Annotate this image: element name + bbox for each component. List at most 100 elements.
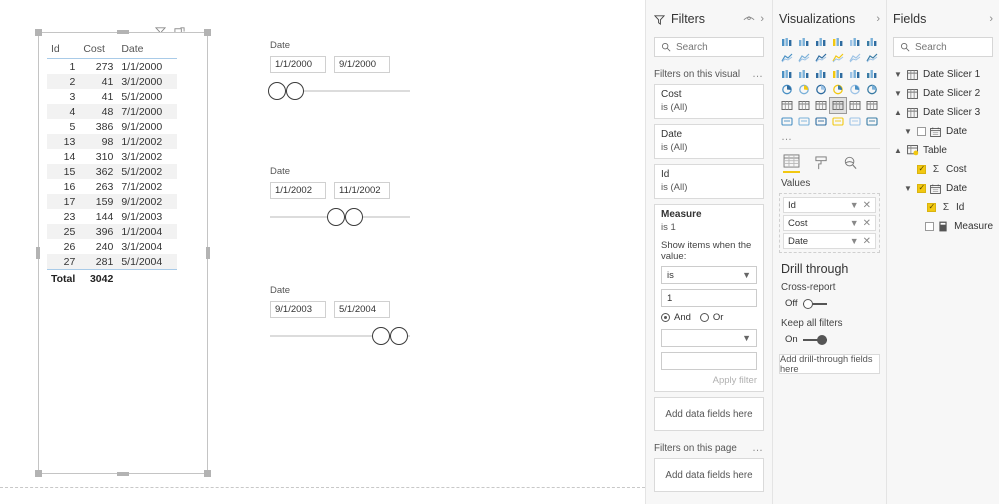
resize-handle-s[interactable] <box>117 472 129 476</box>
visual-type-icon-10[interactable] <box>847 50 863 65</box>
fields-search-input[interactable]: Search <box>893 37 993 57</box>
visual-type-icon-30[interactable] <box>779 114 795 129</box>
visual-type-icon-5[interactable] <box>864 34 880 49</box>
chevron-up-icon[interactable]: ▲ <box>893 108 903 117</box>
visual-filters-dropzone[interactable]: Add data fields here <box>654 397 764 431</box>
table-row[interactable]: 16 263 7/1/2002 <box>47 179 177 194</box>
table-row[interactable]: 13 98 1/1/2002 <box>47 134 177 149</box>
format-tab[interactable] <box>814 156 829 173</box>
table-row[interactable]: 26 240 3/1/2004 <box>47 239 177 254</box>
filters-pane[interactable]: Filters › Search Filters on this visual … <box>645 0 773 504</box>
visual-type-icon-16[interactable] <box>847 66 863 81</box>
visual-type-icon-17[interactable] <box>864 66 880 81</box>
remove-field-icon[interactable]: ✕ <box>863 236 871 247</box>
visual-type-icon-9[interactable] <box>830 50 846 65</box>
filter-operand2-input[interactable] <box>661 352 757 370</box>
values-well[interactable]: Id ▼ ✕ Cost ▼ ✕ Date ▼ ✕ <box>779 193 880 253</box>
report-canvas[interactable]: … Id Cost Date 1 273 1/1/2000 2 41 3/1/2000 3 4… <box>0 0 645 504</box>
slicer-start-input[interactable]: 1/1/2002 <box>270 182 326 199</box>
field-checkbox[interactable] <box>917 127 926 136</box>
filter-card-measure[interactable]: Measure is 1 Show items when the value: … <box>654 204 764 392</box>
slicer-track[interactable] <box>270 208 410 226</box>
table-row[interactable]: 4 48 7/1/2000 <box>47 104 177 119</box>
visual-type-icon-6[interactable] <box>779 50 795 65</box>
visual-type-icon-14[interactable] <box>813 66 829 81</box>
fields-tree[interactable]: ▼ Date Slicer 1 ▼ Date Slicer 2 ▲ Date Slicer… <box>893 65 993 236</box>
resize-handle-sw[interactable] <box>35 470 42 477</box>
slicer-end-input[interactable]: 11/1/2002 <box>334 182 390 199</box>
visual-type-icon-31[interactable] <box>796 114 812 129</box>
filter-operand-input[interactable]: 1 <box>661 289 757 307</box>
fields-tab[interactable] <box>783 154 800 173</box>
visual-type-icon-27[interactable] <box>829 97 847 114</box>
collapse-fields-pane-icon[interactable]: › <box>989 13 993 25</box>
chevron-down-icon[interactable]: ▼ <box>850 236 859 246</box>
chevron-down-icon[interactable]: ▼ <box>850 218 859 228</box>
radio-and[interactable]: And <box>661 312 691 323</box>
visual-type-icon-7[interactable] <box>796 50 812 65</box>
collapse-filters-pane-icon[interactable]: › <box>760 13 764 25</box>
table-row[interactable]: 25 396 1/1/2004 <box>47 224 177 239</box>
hide-filters-icon[interactable] <box>743 14 755 24</box>
filter-card-date[interactable]: Date is (All) <box>654 124 764 159</box>
table-grid[interactable]: Id Cost Date 1 273 1/1/2000 2 41 3/1/2000 3 41 5… <box>47 41 177 287</box>
resize-handle-w[interactable] <box>36 247 40 259</box>
slicer-end-input[interactable]: 5/1/2004 <box>334 301 390 318</box>
visual-type-icon-29[interactable] <box>864 98 880 113</box>
column-header-date[interactable]: Date <box>117 41 177 59</box>
table-row[interactable]: 2 41 3/1/2000 <box>47 74 177 89</box>
table-row[interactable]: 27 281 5/1/2004 <box>47 254 177 270</box>
slicer-handle-right[interactable] <box>345 208 363 226</box>
visual-type-icon-21[interactable] <box>830 82 846 97</box>
visual-type-icon-13[interactable] <box>796 66 812 81</box>
visualization-type-gallery[interactable] <box>779 34 880 129</box>
drill-through-dropzone[interactable]: Add drill-through fields here <box>779 354 880 374</box>
field-checkbox[interactable] <box>917 164 926 174</box>
field-tree-item[interactable]: ▲ Table <box>893 141 993 160</box>
visual-type-icon-1[interactable] <box>796 34 812 49</box>
chevron-down-icon[interactable]: ▼ <box>850 200 859 210</box>
slicer-handle-left[interactable] <box>268 82 286 100</box>
chevron-up-icon[interactable]: ▲ <box>893 146 903 155</box>
visual-type-icon-23[interactable] <box>864 82 880 97</box>
date-slicer-2[interactable]: Date 1/1/2002 11/1/2002 <box>270 166 410 226</box>
date-slicer-1[interactable]: Date 1/1/2000 9/1/2000 <box>268 40 410 100</box>
slicer-handle-left[interactable] <box>326 208 345 226</box>
field-tree-item[interactable]: ▼ Date Slicer 2 <box>893 84 993 103</box>
visual-type-icon-8[interactable] <box>813 50 829 65</box>
field-tree-item[interactable]: Σ Id <box>893 198 993 217</box>
slicer-track[interactable] <box>268 82 410 100</box>
field-checkbox[interactable] <box>925 222 935 231</box>
field-tree-item[interactable]: ▲ Date Slicer 3 <box>893 103 993 122</box>
section-more-icon[interactable]: … <box>752 68 764 80</box>
remove-field-icon[interactable]: ✕ <box>863 218 871 229</box>
visual-type-icon-26[interactable] <box>813 98 829 113</box>
visualization-settings-tabs[interactable] <box>779 149 880 173</box>
filter-operator2-select[interactable]: ▼ <box>661 329 757 347</box>
table-row[interactable]: 3 41 5/1/2000 <box>47 89 177 104</box>
visual-type-icon-15[interactable] <box>830 66 846 81</box>
resize-handle-e[interactable] <box>206 247 210 259</box>
visualizations-pane[interactable]: Visualizations › … Values Id ▼ ✕ Cost ▼ … <box>773 0 887 504</box>
visual-type-icon-33[interactable] <box>830 114 846 129</box>
cross-report-toggle-row[interactable]: Off <box>785 298 880 309</box>
visual-type-icon-22[interactable] <box>847 82 863 97</box>
remove-field-icon[interactable]: ✕ <box>863 200 871 211</box>
column-header-cost[interactable]: Cost <box>79 41 118 59</box>
slicer-handle-left[interactable] <box>371 327 390 345</box>
resize-handle-ne[interactable] <box>204 29 211 36</box>
slicer-start-input[interactable]: 1/1/2000 <box>270 56 326 73</box>
visual-type-icon-2[interactable] <box>813 34 829 49</box>
visual-type-icon-11[interactable] <box>864 50 880 65</box>
visual-type-icon-20[interactable] <box>813 82 829 97</box>
filter-card-id[interactable]: Id is (All) <box>654 164 764 199</box>
slicer-handle-right[interactable] <box>389 327 408 345</box>
slicer-handle-right[interactable] <box>286 82 305 100</box>
visual-type-icon-34[interactable] <box>847 114 863 129</box>
chevron-down-icon[interactable]: ▼ <box>903 127 913 136</box>
field-tree-item[interactable]: Measure <box>893 217 993 236</box>
slicer-end-input[interactable]: 9/1/2000 <box>334 56 390 73</box>
values-field-cost[interactable]: Cost ▼ ✕ <box>783 215 876 231</box>
keep-all-filters-toggle[interactable] <box>802 334 827 345</box>
field-tree-item[interactable]: ▼ Date <box>893 122 993 141</box>
